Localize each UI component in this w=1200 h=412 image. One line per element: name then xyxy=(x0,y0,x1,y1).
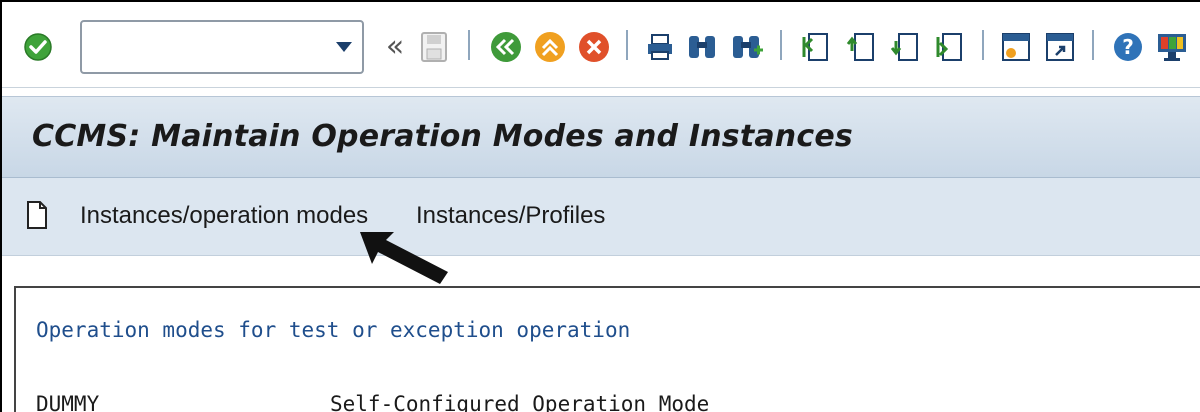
instances-operation-modes-button[interactable]: Instances/operation modes xyxy=(80,202,368,230)
enter-icon[interactable] xyxy=(18,24,58,70)
document-icon[interactable] xyxy=(26,200,48,234)
last-page-icon[interactable] xyxy=(930,24,970,70)
operation-mode-name[interactable]: DUMMY xyxy=(36,392,99,412)
find-icon[interactable] xyxy=(682,24,722,70)
find-next-icon[interactable] xyxy=(726,24,768,70)
title-bar: CCMS: Maintain Operation Modes and Insta… xyxy=(2,96,1200,178)
help-icon[interactable]: ? xyxy=(1108,24,1148,70)
collapse-icon[interactable]: « xyxy=(382,24,408,70)
toolbar-separator xyxy=(982,30,984,60)
customize-layout-icon[interactable] xyxy=(1152,24,1192,70)
exit-icon[interactable] xyxy=(530,24,570,70)
next-page-icon[interactable] xyxy=(886,24,926,70)
first-page-icon[interactable] xyxy=(796,24,836,70)
system-toolbar: « ? xyxy=(2,2,1200,88)
chevron-down-icon[interactable] xyxy=(336,42,352,52)
toolbar-separator xyxy=(626,30,628,60)
section-title: Operation modes for test or exception op… xyxy=(36,318,631,342)
shortcut-icon[interactable] xyxy=(1040,24,1080,70)
create-session-icon[interactable] xyxy=(996,24,1036,70)
annotation-arrow-icon xyxy=(360,232,448,284)
svg-text:?: ? xyxy=(1122,35,1134,59)
content-area: Operation modes for test or exception op… xyxy=(14,286,1200,412)
cancel-icon[interactable] xyxy=(574,24,614,70)
toolbar-separator xyxy=(1092,30,1094,60)
previous-page-icon[interactable] xyxy=(842,24,882,70)
toolbar-separator xyxy=(780,30,782,60)
command-field[interactable] xyxy=(80,20,364,74)
command-input[interactable] xyxy=(82,22,322,70)
page-title: CCMS: Maintain Operation Modes and Insta… xyxy=(32,119,853,154)
save-icon[interactable] xyxy=(416,24,452,70)
operation-mode-description: Self-Configured Operation Mode xyxy=(330,392,710,412)
print-icon[interactable] xyxy=(642,24,678,70)
back-icon[interactable] xyxy=(486,24,526,70)
toolbar-separator xyxy=(468,30,470,60)
application-toolbar: Instances/operation modes Instances/Prof… xyxy=(2,178,1200,256)
